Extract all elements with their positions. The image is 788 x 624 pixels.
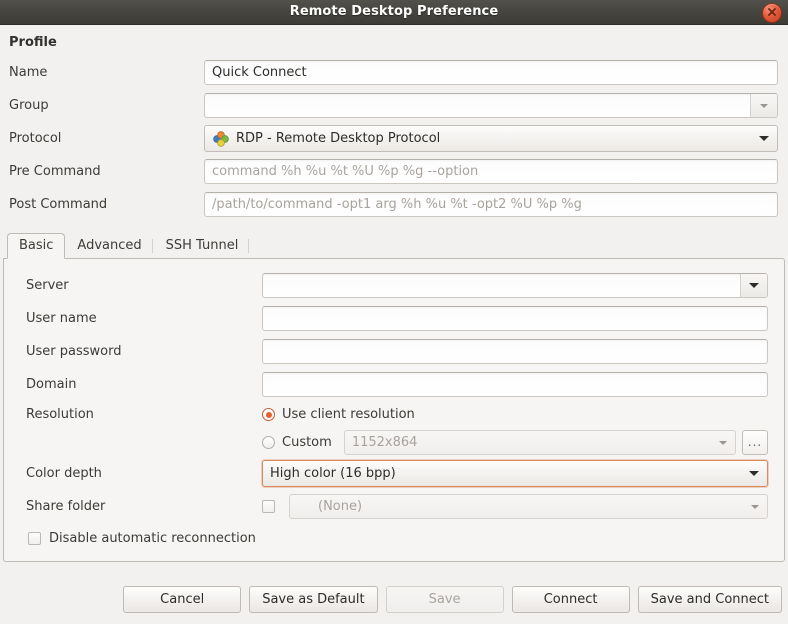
group-combo[interactable] (204, 93, 778, 118)
tab-strip: Basic Advanced SSH Tunnel (3, 233, 785, 259)
label-post-command: Post Command (9, 197, 108, 212)
remote-desktop-preference-window: Remote Desktop Preference Profile Name Q… (0, 0, 788, 624)
chevron-down-icon (759, 136, 769, 141)
group-dropdown-button[interactable] (750, 94, 777, 117)
resolution-browse-button[interactable]: ... (742, 430, 768, 455)
field-wrap-share-folder: (None) (262, 494, 776, 519)
field-wrap-group (204, 93, 782, 118)
protocol-value: RDP - Remote Desktop Protocol (236, 131, 441, 146)
cancel-button[interactable]: Cancel (123, 585, 242, 613)
title-bar: Remote Desktop Preference (0, 0, 788, 25)
radio-custom-resolution[interactable] (262, 436, 275, 449)
resolution-browse-label: ... (747, 435, 763, 449)
share-folder-value: (None) (318, 499, 363, 514)
field-wrap-name: Quick Connect (204, 60, 782, 85)
label-color-depth: Color depth (26, 466, 102, 481)
chevron-down-icon (749, 471, 759, 476)
server-dropdown-button[interactable] (740, 274, 767, 297)
basic-row-domain: Domain (12, 368, 776, 401)
save-button: Save (385, 585, 504, 613)
profile-section: Profile Name Quick Connect Group Protoco… (0, 25, 788, 221)
basic-row-color-depth: Color depth High color (16 bpp) (12, 457, 776, 490)
name-input[interactable]: Quick Connect (204, 60, 778, 85)
user-password-input[interactable] (262, 339, 768, 364)
checkbox-share-folder[interactable] (262, 500, 275, 513)
label-resolution: Resolution (26, 407, 94, 422)
save-and-connect-button[interactable]: Save and Connect (637, 585, 782, 613)
basic-row-server: Server (12, 269, 776, 302)
dialog-content: Profile Name Quick Connect Group Protoco… (0, 25, 788, 580)
chevron-down-icon (751, 504, 759, 509)
pre-command-input[interactable]: command %h %u %t %U %p %g --option (204, 159, 778, 184)
label-user-password: User password (26, 344, 122, 359)
close-x-glyph (768, 8, 776, 16)
label-user-name: User name (26, 311, 97, 326)
color-depth-value: High color (16 bpp) (270, 466, 396, 481)
field-wrap-domain (262, 372, 776, 397)
server-combo[interactable] (262, 273, 768, 298)
tab-advanced[interactable]: Advanced (65, 233, 153, 258)
field-wrap-post-command: /path/to/command -opt1 arg %h %u %t -opt… (204, 192, 782, 217)
settings-notebook: Basic Advanced SSH Tunnel Server User na… (3, 233, 785, 562)
custom-resolution-select[interactable]: 1152x864 (343, 430, 736, 455)
window-title: Remote Desktop Preference (289, 4, 499, 19)
field-wrap-pre-command: command %h %u %t %U %p %g --option (204, 159, 782, 184)
share-folder-select[interactable]: (None) (289, 494, 768, 519)
chevron-down-icon (760, 103, 768, 108)
label-pre-command: Pre Command (9, 164, 101, 179)
group-input[interactable] (205, 94, 750, 117)
dialog-button-bar: Cancel Save as Default Save Connect Save… (0, 580, 788, 624)
label-protocol: Protocol (9, 131, 62, 146)
domain-input[interactable] (262, 372, 768, 397)
basic-row-resolution: Resolution Use client resolution (12, 401, 776, 428)
profile-row-group: Group (6, 89, 782, 122)
custom-resolution-value: 1152x864 (351, 435, 418, 450)
basic-row-resolution-custom: Custom 1152x864 ... (12, 428, 776, 457)
label-share-folder: Share folder (26, 499, 106, 514)
rdp-protocol-icon (213, 130, 229, 147)
field-wrap-resolution-custom: Custom 1152x864 ... (262, 430, 776, 455)
protocol-select[interactable]: RDP - Remote Desktop Protocol (204, 125, 778, 152)
profile-section-title: Profile (9, 35, 57, 50)
label-group: Group (9, 98, 49, 113)
profile-row-protocol: Protocol RDP - Remote Desktop Protocol (6, 122, 782, 155)
field-wrap-user-password (262, 339, 776, 364)
checkbox-disable-auto-reconnect[interactable] (28, 531, 41, 545)
chevron-down-icon (749, 283, 759, 288)
user-name-input[interactable] (262, 306, 768, 331)
chevron-down-icon (719, 440, 727, 445)
save-as-default-button[interactable]: Save as Default (249, 585, 378, 613)
tab-panel-basic: Server User name User password Domain Re… (3, 258, 785, 562)
close-icon[interactable] (762, 3, 782, 23)
profile-row-pre-command: Pre Command command %h %u %t %U %p %g --… (6, 155, 782, 188)
profile-row-post-command: Post Command /path/to/command -opt1 arg … (6, 188, 782, 221)
tab-ssh-tunnel[interactable]: SSH Tunnel (154, 233, 251, 258)
field-wrap-resolution-client: Use client resolution (262, 407, 776, 422)
label-domain: Domain (26, 377, 77, 392)
label-disable-auto-reconnect[interactable]: Disable automatic reconnection (49, 531, 256, 546)
color-depth-select[interactable]: High color (16 bpp) (262, 460, 768, 487)
basic-row-user-name: User name (12, 302, 776, 335)
field-wrap-protocol: RDP - Remote Desktop Protocol (204, 125, 782, 152)
label-custom-resolution[interactable]: Custom (282, 435, 332, 450)
profile-row-name: Name Quick Connect (6, 56, 782, 89)
field-wrap-color-depth: High color (16 bpp) (262, 460, 776, 487)
field-wrap-server (262, 273, 776, 298)
field-wrap-user-name (262, 306, 776, 331)
tab-basic[interactable]: Basic (7, 233, 66, 259)
label-use-client-resolution[interactable]: Use client resolution (282, 407, 415, 422)
label-name: Name (9, 65, 48, 80)
post-command-input[interactable]: /path/to/command -opt1 arg %h %u %t -opt… (204, 192, 778, 217)
server-input[interactable] (263, 274, 740, 297)
basic-row-user-password: User password (12, 335, 776, 368)
radio-use-client-resolution[interactable] (262, 408, 275, 421)
connect-button[interactable]: Connect (511, 585, 630, 613)
label-server: Server (26, 278, 69, 293)
basic-row-share-folder: Share folder (None) (12, 490, 776, 523)
basic-row-disable-reconnect: Disable automatic reconnection (12, 523, 776, 553)
